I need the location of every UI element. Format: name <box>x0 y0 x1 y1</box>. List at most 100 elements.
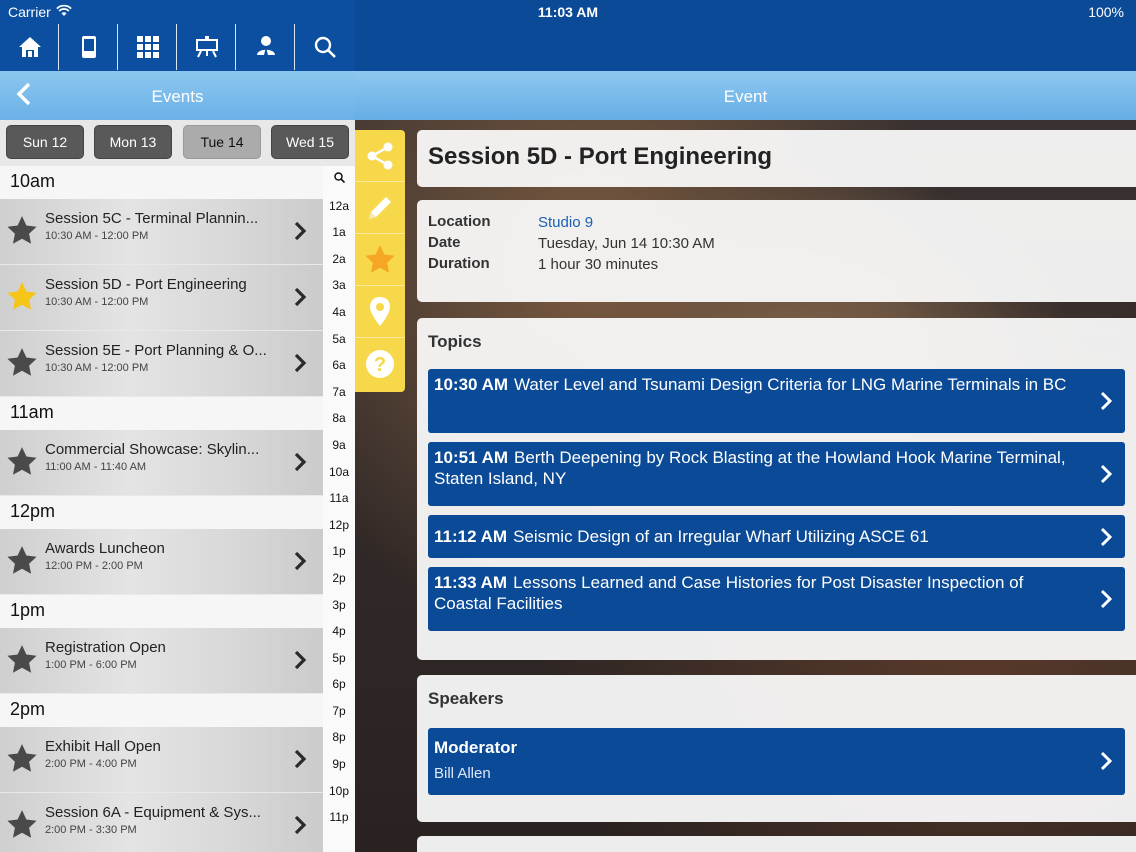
attendees-button[interactable] <box>237 24 295 70</box>
star-icon[interactable] <box>5 214 39 248</box>
event-time: 1:00 PM - 6:00 PM <box>45 659 137 671</box>
presentation-board-icon <box>195 36 218 58</box>
star-icon[interactable] <box>5 280 39 314</box>
topic-time: 10:30 AM <box>434 375 509 394</box>
topic-time: 10:51 AM <box>434 448 509 467</box>
grid-button[interactable] <box>119 24 177 70</box>
star-icon[interactable] <box>5 544 39 578</box>
chevron-right-icon <box>1100 589 1113 609</box>
help-button[interactable]: ? <box>355 338 405 390</box>
star-icon[interactable] <box>5 742 39 776</box>
list-item[interactable]: Session 5C - Terminal Plannin... 10:30 A… <box>0 199 323 265</box>
tab-sun-12[interactable]: Sun 12 <box>6 125 84 159</box>
star-icon[interactable] <box>5 346 39 380</box>
speaker-role: Moderator <box>434 738 518 757</box>
edit-note-button[interactable] <box>355 182 405 234</box>
list-item[interactable]: Session 5E - Port Planning & O... 10:30 … <box>0 331 323 397</box>
topic-item[interactable]: 11:33 AM Lessons Learned and Case Histori… <box>428 567 1125 631</box>
location-link[interactable]: Studio 9 <box>538 214 593 231</box>
index-entry[interactable]: 2p <box>323 565 355 592</box>
index-entry[interactable]: 1p <box>323 538 355 565</box>
index-entry[interactable]: 4p <box>323 618 355 645</box>
topic-item[interactable]: 11:12 AM Seismic Design of an Irregular W… <box>428 515 1125 558</box>
events-title: Events <box>151 87 204 106</box>
topic-item[interactable]: 10:30 AM Water Level and Tsunami Design C… <box>428 369 1125 433</box>
list-item[interactable]: Commercial Showcase: Skylin... 11:00 AM … <box>0 430 323 496</box>
moderator-item[interactable]: Moderator Bill Allen <box>428 728 1125 795</box>
location-label: Location <box>428 213 491 230</box>
event-time: 10:30 AM - 12:00 PM <box>45 362 149 374</box>
person-icon <box>256 36 275 58</box>
events-list: 10am Session 5C - Terminal Plannin... 10… <box>0 166 323 852</box>
tab-mon-13[interactable]: Mon 13 <box>94 125 172 159</box>
star-icon[interactable] <box>5 445 39 479</box>
index-entry[interactable]: 11a <box>323 485 355 512</box>
mobile-device-button[interactable] <box>60 24 118 70</box>
search-icon <box>314 36 336 58</box>
index-search-icon[interactable] <box>323 166 355 193</box>
home-icon <box>18 37 41 57</box>
index-entry[interactable]: 11p <box>323 804 355 831</box>
event-time: 2:00 PM - 3:30 PM <box>45 824 137 836</box>
event-name: Session 5D - Port Engineering <box>45 276 247 293</box>
index-entry[interactable]: 12p <box>323 512 355 539</box>
duration-label: Duration <box>428 255 490 272</box>
index-entry[interactable]: 1a <box>323 219 355 246</box>
topic-time: 11:12 AM <box>434 527 508 546</box>
topic-item[interactable]: 10:51 AM Berth Deepening by Rock Blasting… <box>428 442 1125 506</box>
chevron-right-icon <box>294 650 307 670</box>
events-header: Events <box>0 71 355 120</box>
index-entry[interactable]: 9a <box>323 432 355 459</box>
favorite-button[interactable] <box>355 234 405 286</box>
index-entry[interactable]: 6a <box>323 352 355 379</box>
index-entry[interactable]: 5a <box>323 326 355 353</box>
index-entry[interactable]: 12a <box>323 193 355 220</box>
chevron-right-icon <box>294 749 307 769</box>
index-entry[interactable]: 7a <box>323 379 355 406</box>
search-button[interactable] <box>296 24 354 70</box>
next-section-card <box>417 836 1136 852</box>
speakers-card: Speakers Moderator Bill Allen <box>417 675 1136 822</box>
event-name: Session 5E - Port Planning & O... <box>45 342 267 359</box>
tab-wed-15[interactable]: Wed 15 <box>271 125 349 159</box>
index-entry[interactable]: 9p <box>323 751 355 778</box>
index-entry[interactable]: 3p <box>323 592 355 619</box>
mobile-device-icon <box>81 36 96 58</box>
speakers-heading: Speakers <box>428 689 504 708</box>
chevron-right-icon <box>1100 391 1113 411</box>
events-list-pane: Sun 12 Mon 13 Tue 14 Wed 15 10am Session… <box>0 120 355 852</box>
index-entry[interactable]: 10p <box>323 778 355 805</box>
session-title-card: Session 5D - Port Engineering <box>417 130 1136 187</box>
index-entry[interactable]: 4a <box>323 299 355 326</box>
star-icon <box>365 244 395 273</box>
index-entry[interactable]: 8p <box>323 724 355 751</box>
hour-index-scrubber[interactable]: 12a 1a 2a 3a 4a 5a 6a 7a 8a 9a 10a 11a 1… <box>323 166 355 852</box>
share-button[interactable] <box>355 130 405 182</box>
index-entry[interactable]: 7p <box>323 698 355 725</box>
list-item[interactable]: Session 5D - Port Engineering 10:30 AM -… <box>0 265 323 331</box>
home-button[interactable] <box>1 24 59 70</box>
chevron-right-icon <box>294 551 307 571</box>
list-item[interactable]: Awards Luncheon 12:00 PM - 2:00 PM <box>0 529 323 595</box>
grid-icon <box>136 36 159 58</box>
index-entry[interactable]: 6p <box>323 671 355 698</box>
index-entry[interactable]: 10a <box>323 459 355 486</box>
index-entry[interactable]: 2a <box>323 246 355 273</box>
star-icon[interactable] <box>5 643 39 677</box>
hour-header-2pm: 2pm <box>0 694 323 727</box>
index-entry[interactable]: 3a <box>323 272 355 299</box>
star-icon[interactable] <box>5 808 39 842</box>
index-entry[interactable]: 5p <box>323 645 355 672</box>
map-location-button[interactable] <box>355 286 405 338</box>
tab-tue-14[interactable]: Tue 14 <box>183 125 261 159</box>
list-item[interactable]: Exhibit Hall Open 2:00 PM - 4:00 PM <box>0 727 323 793</box>
list-item[interactable]: Session 6A - Equipment & Sys... 2:00 PM … <box>0 793 323 852</box>
index-entry[interactable]: 8a <box>323 405 355 432</box>
topic-title: Water Level and Tsunami Design Criteria … <box>514 375 1067 394</box>
chevron-right-icon <box>294 452 307 472</box>
list-item[interactable]: Registration Open 1:00 PM - 6:00 PM <box>0 628 323 694</box>
hour-header-1pm: 1pm <box>0 595 323 628</box>
hour-header-11am: 11am <box>0 397 323 430</box>
exhibitors-button[interactable] <box>178 24 236 70</box>
status-clock: 11:03 AM <box>537 4 599 20</box>
